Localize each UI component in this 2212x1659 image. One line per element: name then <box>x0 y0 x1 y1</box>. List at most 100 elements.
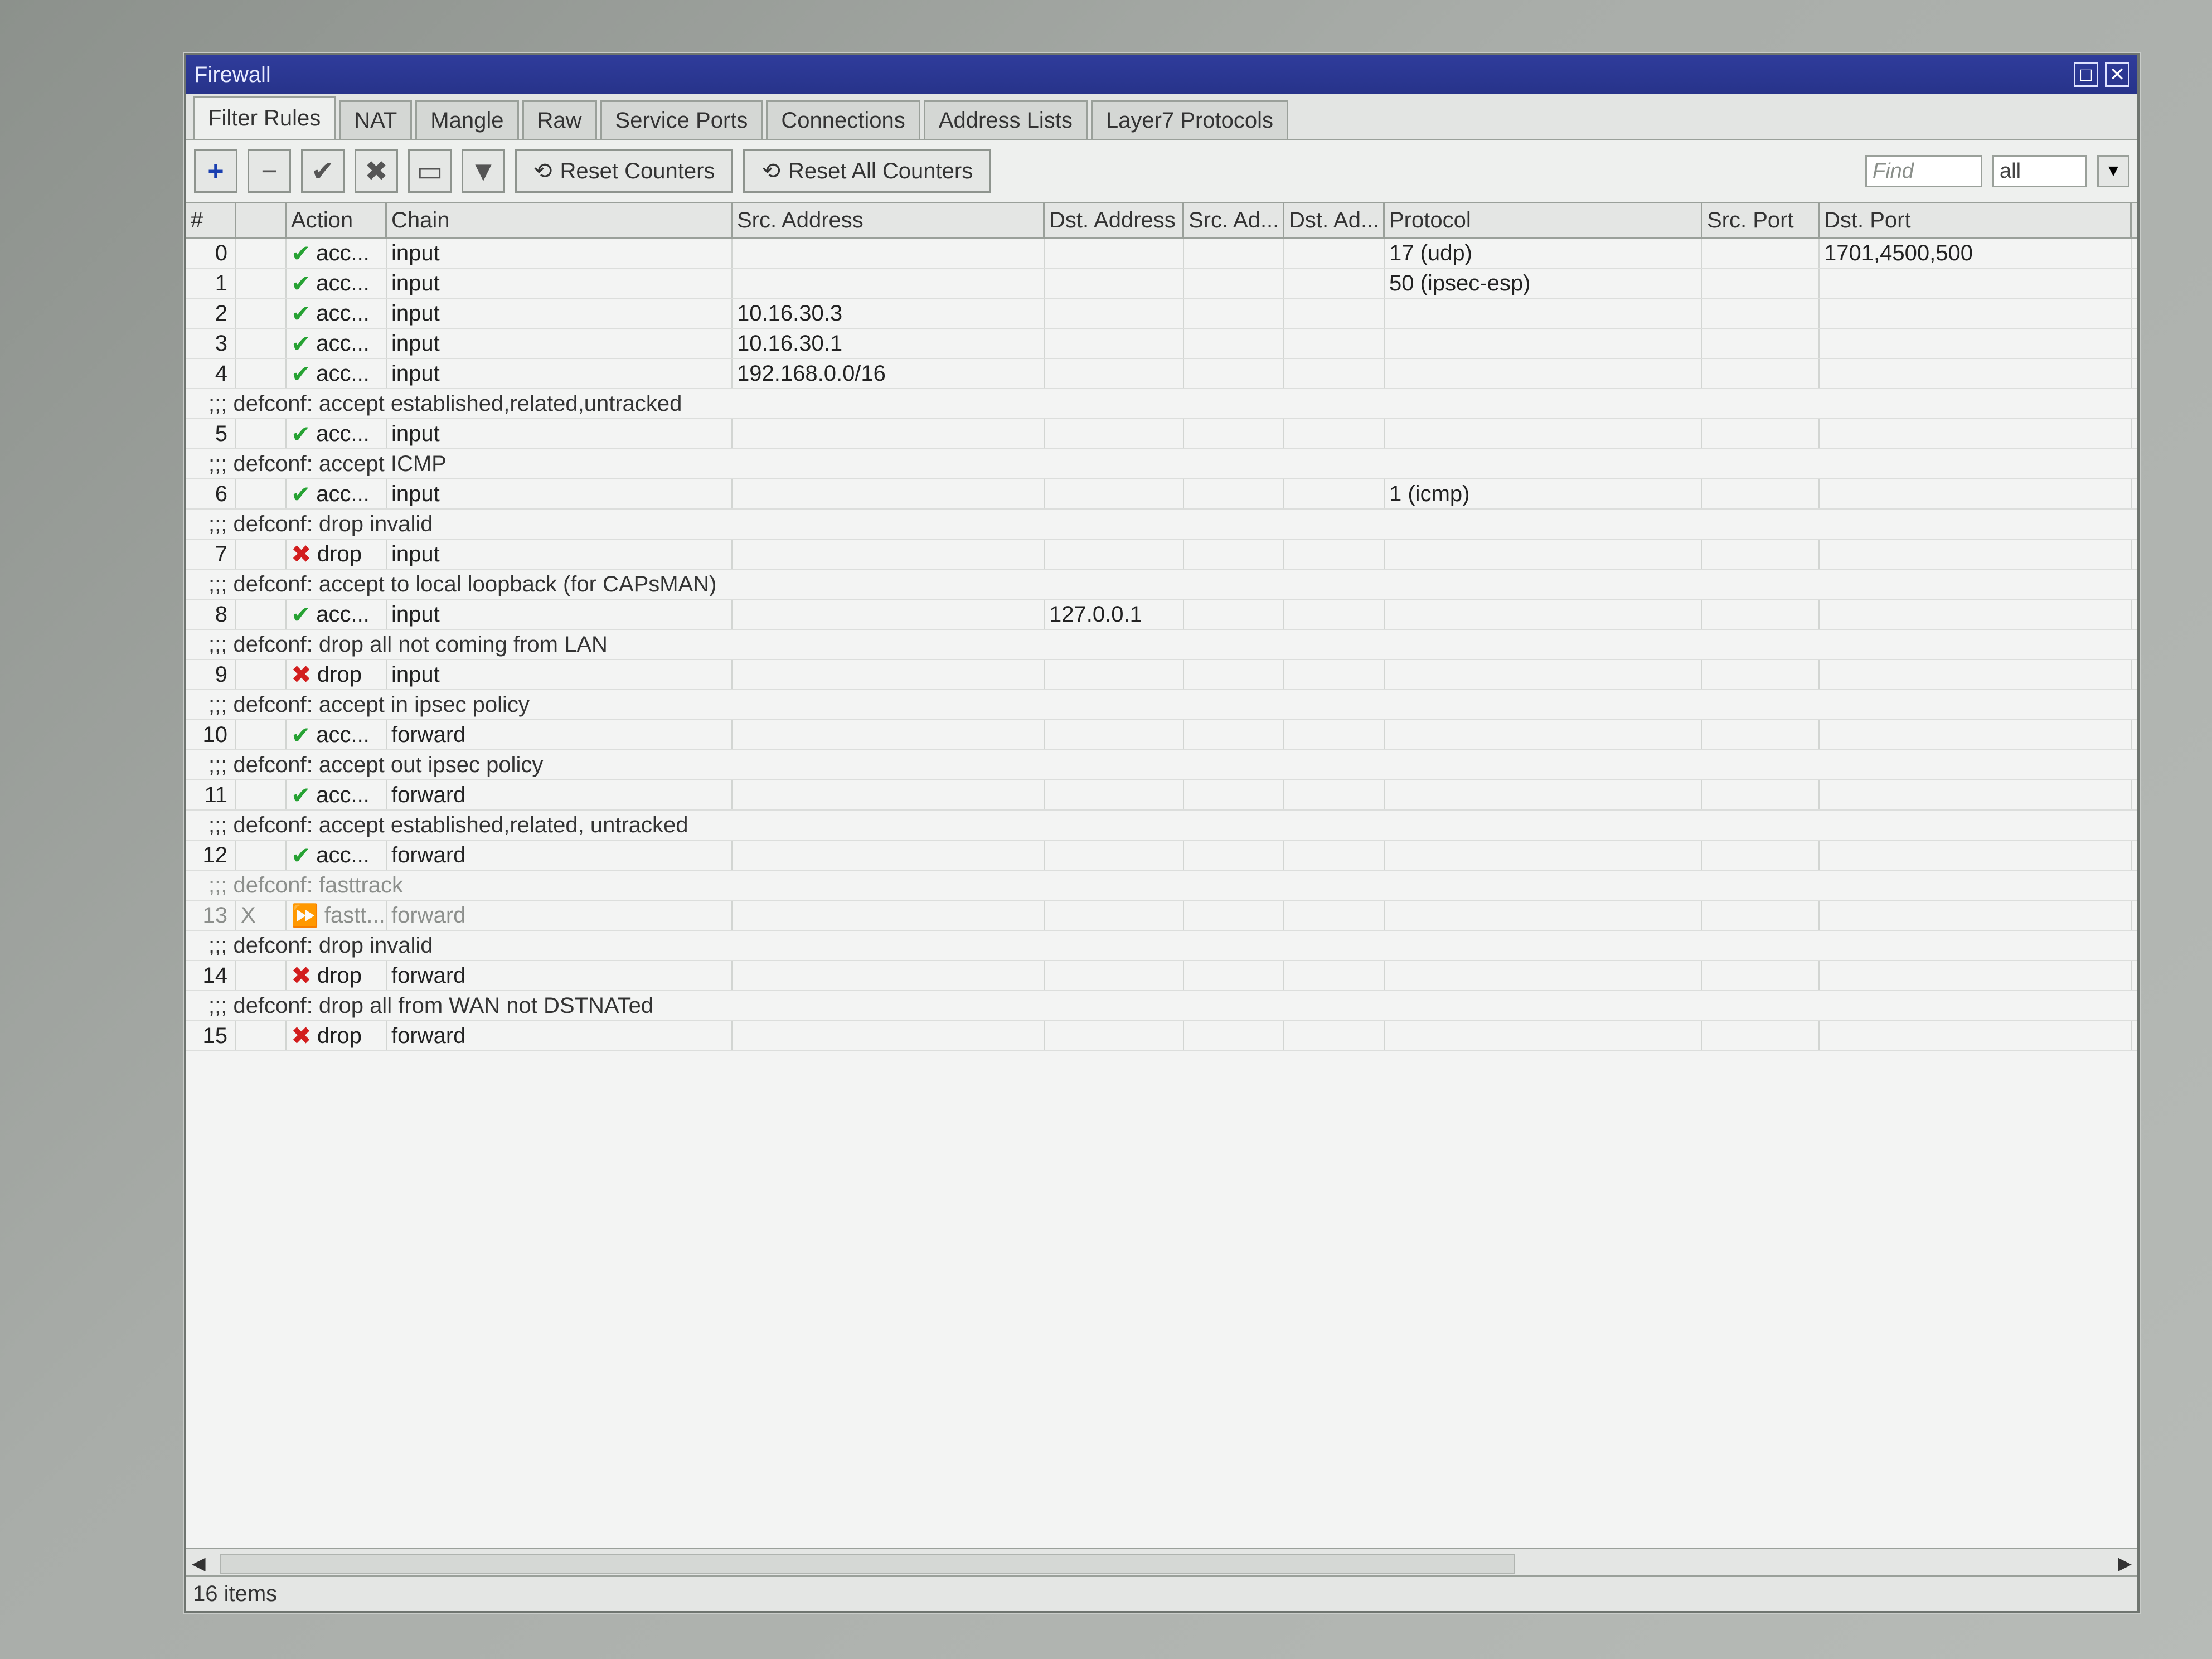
header-col-flag[interactable] <box>236 203 287 237</box>
table-row[interactable]: 11 ✔ acc... forward <box>186 780 2137 811</box>
header-col-dst-address[interactable]: Dst. Address <box>1045 203 1184 237</box>
find-input[interactable]: Find <box>1865 155 1982 187</box>
tab-nat[interactable]: NAT <box>339 100 413 139</box>
cell-protocol <box>1385 1021 1702 1050</box>
cell-chain: input <box>387 600 733 629</box>
action-label: acc... <box>316 601 370 627</box>
header-col-dst-port[interactable]: Dst. Port <box>1820 203 2132 237</box>
comment-row[interactable]: ;;; defconf: fasttrack <box>186 871 2137 901</box>
comment-row[interactable]: ;;; defconf: accept established,related,… <box>186 389 2137 419</box>
cell-dst-port <box>1820 600 2132 629</box>
table-row[interactable]: 10 ✔ acc... forward <box>186 720 2137 750</box>
comment-row[interactable]: ;;; defconf: accept established,related,… <box>186 811 2137 841</box>
rule-comment: ;;; defconf: accept established,related,… <box>208 391 682 416</box>
header-col-protocol[interactable]: Protocol <box>1385 203 1702 237</box>
comment-row[interactable]: ;;; defconf: accept ICMP <box>186 449 2137 479</box>
comment-icon[interactable]: ▭ <box>408 149 452 193</box>
table-row[interactable]: 0 ✔ acc... input 17 (udp) 1701,4500,500 <box>186 239 2137 269</box>
cell-dst-ad <box>1284 901 1385 930</box>
header-col-chain[interactable]: Chain <box>387 203 733 237</box>
table-row[interactable]: 6 ✔ acc... input 1 (icmp) <box>186 479 2137 510</box>
header-col-action[interactable]: Action <box>287 203 387 237</box>
cell-dst-port <box>1820 479 2132 508</box>
remove-icon[interactable]: − <box>248 149 291 193</box>
title-bar[interactable]: Firewall □ ✕ <box>186 55 2137 94</box>
header-col-src-address[interactable]: Src. Address <box>733 203 1045 237</box>
add-icon[interactable]: + <box>194 149 237 193</box>
accept-check-icon: ✔ <box>291 721 311 748</box>
rule-comment: ;;; defconf: accept in ipsec policy <box>208 692 530 717</box>
chevron-down-icon[interactable]: ▼ <box>2097 155 2129 187</box>
comment-row[interactable]: ;;; defconf: accept in ipsec policy <box>186 690 2137 720</box>
header-col-src-ad[interactable]: Src. Ad... <box>1184 203 1284 237</box>
table-row[interactable]: 4 ✔ acc... input 192.168.0.0/16 <box>186 359 2137 389</box>
cell-dst-port <box>1820 901 2132 930</box>
reset-all-counters-button[interactable]: ⟲ Reset All Counters <box>743 149 992 193</box>
tab-raw[interactable]: Raw <box>522 100 597 139</box>
cell-num: 10 <box>186 720 236 749</box>
action-label: drop <box>317 541 362 566</box>
action-label: acc... <box>316 361 370 386</box>
cell-dst-ad <box>1284 239 1385 268</box>
accept-check-icon: ✔ <box>291 782 311 808</box>
action-label: acc... <box>316 842 370 867</box>
cell-dst-port <box>1820 419 2132 448</box>
table-row[interactable]: 1 ✔ acc... input 50 (ipsec-esp) <box>186 269 2137 299</box>
table-row[interactable]: 14 ✖ drop forward <box>186 961 2137 991</box>
comment-row[interactable]: ;;; defconf: drop invalid <box>186 510 2137 540</box>
cell-src-address <box>733 780 1045 809</box>
action-label: acc... <box>316 782 370 807</box>
header-col-num[interactable]: # <box>186 203 236 237</box>
horizontal-scrollbar[interactable]: ◀ ▶ <box>186 1548 2137 1577</box>
cell-dst-port <box>1820 540 2132 569</box>
reset-counters-button[interactable]: ⟲ Reset Counters <box>515 149 734 193</box>
scroll-left-icon[interactable]: ◀ <box>192 1553 206 1574</box>
cell-dst-ad <box>1284 479 1385 508</box>
table-row[interactable]: 15 ✖ drop forward <box>186 1021 2137 1051</box>
close-icon[interactable]: ✕ <box>2105 62 2129 87</box>
tab-connections[interactable]: Connections <box>766 100 920 139</box>
cell-protocol: 17 (udp) <box>1385 239 1702 268</box>
header-col-src-port[interactable]: Src. Port <box>1702 203 1820 237</box>
cell-num: 5 <box>186 419 236 448</box>
cell-src-ad <box>1184 479 1284 508</box>
cell-src-ad <box>1184 329 1284 358</box>
disable-icon[interactable]: ✖ <box>355 149 398 193</box>
comment-row[interactable]: ;;; defconf: accept to local loopback (f… <box>186 570 2137 600</box>
cell-dst-address: 127.0.0.1 <box>1045 600 1184 629</box>
rule-comment: ;;; defconf: drop invalid <box>208 933 433 958</box>
comment-row[interactable]: ;;; defconf: drop all not coming from LA… <box>186 630 2137 660</box>
tab-layer7-protocols[interactable]: Layer7 Protocols <box>1090 100 1289 139</box>
cell-protocol <box>1385 359 1702 388</box>
scrollbar-thumb[interactable] <box>220 1554 1515 1574</box>
comment-row[interactable]: ;;; defconf: drop invalid <box>186 931 2137 961</box>
tab-mangle[interactable]: Mangle <box>415 100 519 139</box>
cell-src-address <box>733 600 1045 629</box>
table-row[interactable]: 13 X ⏩ fastt... forward <box>186 901 2137 931</box>
firewall-window: Firewall □ ✕ Filter Rules NAT Mangle Raw… <box>184 53 2140 1613</box>
cell-flag: X <box>236 901 287 930</box>
header-col-dst-ad[interactable]: Dst. Ad... <box>1284 203 1385 237</box>
table-row[interactable]: 8 ✔ acc... input 127.0.0.1 <box>186 600 2137 630</box>
tab-service-ports[interactable]: Service Ports <box>600 100 763 139</box>
table-row[interactable]: 9 ✖ drop input <box>186 660 2137 690</box>
filter-icon[interactable]: ▼ <box>462 149 505 193</box>
cell-src-address <box>733 660 1045 689</box>
comment-row[interactable]: ;;; defconf: accept out ipsec policy <box>186 750 2137 780</box>
cell-flag <box>236 269 287 298</box>
cell-dst-ad <box>1284 359 1385 388</box>
cell-src-port <box>1702 720 1820 749</box>
maximize-icon[interactable]: □ <box>2074 62 2098 87</box>
table-row[interactable]: 7 ✖ drop input <box>186 540 2137 570</box>
filter-select[interactable]: all <box>1992 155 2087 187</box>
tab-address-lists[interactable]: Address Lists <box>923 100 1088 139</box>
table-row[interactable]: 5 ✔ acc... input <box>186 419 2137 449</box>
enable-icon[interactable]: ✔ <box>301 149 345 193</box>
table-row[interactable]: 12 ✔ acc... forward <box>186 841 2137 871</box>
tab-filter-rules[interactable]: Filter Rules <box>193 96 336 139</box>
cell-action: ✔ acc... <box>287 841 387 870</box>
table-row[interactable]: 2 ✔ acc... input 10.16.30.3 <box>186 299 2137 329</box>
scroll-right-icon[interactable]: ▶ <box>2118 1553 2132 1574</box>
comment-row[interactable]: ;;; defconf: drop all from WAN not DSTNA… <box>186 991 2137 1021</box>
table-row[interactable]: 3 ✔ acc... input 10.16.30.1 <box>186 329 2137 359</box>
